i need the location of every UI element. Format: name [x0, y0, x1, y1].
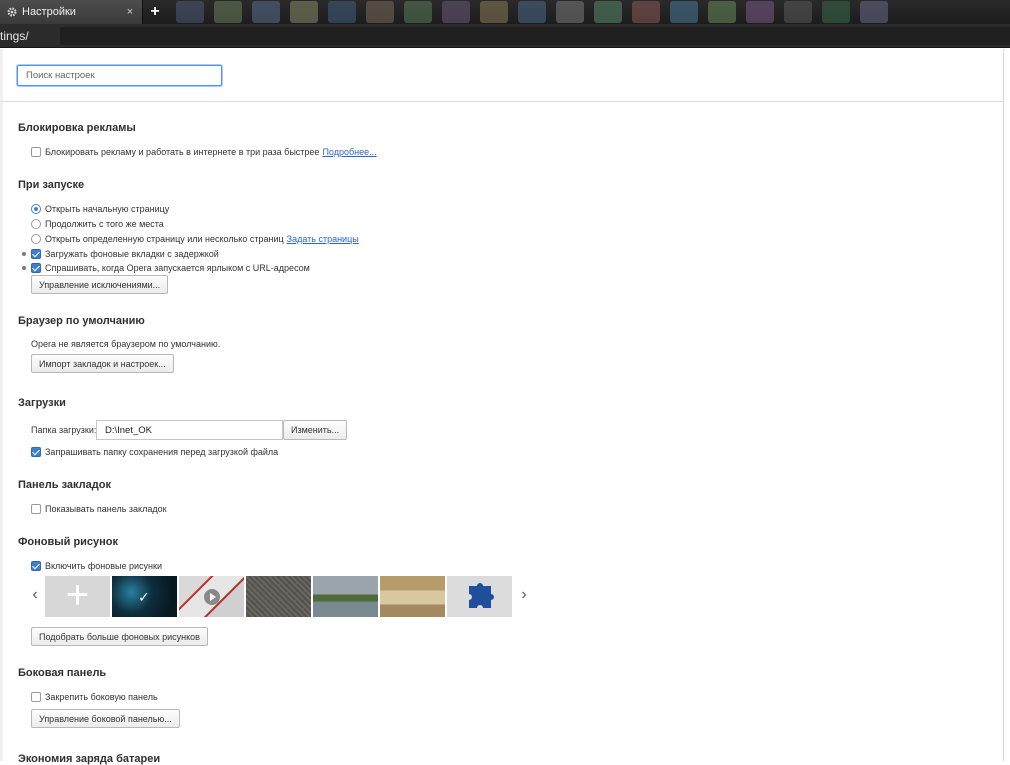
ask-url-shortcut-checkbox[interactable]: [31, 263, 41, 273]
tab-bar: Настройки × +: [0, 0, 1010, 24]
left-divider: [0, 49, 3, 761]
ad-block-row[interactable]: Блокировать рекламу и работать в интерне…: [31, 145, 377, 159]
advanced-marker-dot: [22, 252, 26, 256]
address-bar[interactable]: tings/: [0, 24, 1010, 48]
radio-label: Продолжить с того же места: [45, 219, 164, 229]
header-divider: [0, 101, 1003, 102]
startup-check-row[interactable]: Спрашивать, когда Opera запускается ярлы…: [31, 261, 310, 275]
radio-start-page[interactable]: [31, 204, 41, 214]
checkbox-label: Запрашивать папку сохранения перед загру…: [45, 447, 279, 457]
background-thumbnails-strip: [168, 0, 1010, 24]
download-folder-field[interactable]: D:\Inet_OK: [96, 420, 283, 440]
wallpaper-thumbnail-puzzle[interactable]: [447, 576, 512, 617]
manage-exceptions-button[interactable]: Управление исключениями...: [31, 275, 169, 294]
thumbnail: [290, 1, 318, 23]
pin-sidebar-checkbox[interactable]: [31, 692, 41, 702]
checkbox-label: Спрашивать, когда Opera запускается ярлы…: [45, 263, 310, 273]
thumbnail: [328, 1, 356, 23]
ask-save-folder-checkbox[interactable]: [31, 447, 41, 457]
thumbnail: [746, 1, 774, 23]
pin-sidebar-row[interactable]: Закрепить боковую панель: [31, 690, 158, 704]
address-text[interactable]: tings/: [0, 29, 29, 43]
section-title-battery: Экономия заряда батареи: [18, 753, 161, 765]
checkbox-label: Включить фоновые рисунки: [45, 561, 162, 571]
section-title-startup: При запуске: [18, 179, 85, 191]
enable-wallpaper-row[interactable]: Включить фоновые рисунки: [31, 559, 162, 573]
manage-sidebar-button[interactable]: Управление боковой панелью...: [31, 709, 180, 728]
selected-check-icon: ✓: [138, 589, 150, 605]
ad-block-checkbox[interactable]: [31, 147, 41, 157]
show-bookmarks-bar-checkbox[interactable]: [31, 504, 41, 514]
thumbnail: [822, 1, 850, 23]
startup-check-row[interactable]: Загружать фоновые вкладки с задержкой: [31, 247, 219, 261]
add-wallpaper-tile[interactable]: +: [45, 576, 110, 617]
thumbnail: [480, 1, 508, 23]
wallpaper-thumbnail-network[interactable]: ✓: [112, 576, 177, 617]
startup-radio-row[interactable]: Продолжить с того же места: [31, 217, 164, 231]
find-more-wallpapers-button[interactable]: Подобрать больше фоновых рисунков: [31, 627, 208, 646]
thumbnail: [670, 1, 698, 23]
thumbnail: [708, 1, 736, 23]
wallpaper-gallery: + ✓: [45, 576, 512, 617]
thumbnail: [176, 1, 204, 23]
startup-radio-row[interactable]: Открыть начальную страницу: [31, 202, 169, 216]
ad-block-label: Блокировать рекламу и работать в интерне…: [45, 147, 320, 157]
wallpaper-next-arrow[interactable]: ›: [518, 586, 530, 604]
radio-specific-pages[interactable]: [31, 234, 41, 244]
radio-continue[interactable]: [31, 219, 41, 229]
thumbnail: [594, 1, 622, 23]
address-field-background: [60, 27, 1010, 45]
thumbnail: [366, 1, 394, 23]
section-title-bookmarks-bar: Панель закладок: [18, 479, 111, 491]
settings-page: Блокировка рекламы Блокировать рекламу и…: [0, 49, 1010, 765]
thumbnail: [518, 1, 546, 23]
wallpaper-thumbnail-texture[interactable]: [246, 576, 311, 617]
thumbnail: [404, 1, 432, 23]
import-bookmarks-button[interactable]: Импорт закладок и настроек...: [31, 354, 174, 373]
right-divider: [1003, 49, 1004, 761]
checkbox-label: Закрепить боковую панель: [45, 692, 158, 702]
enable-wallpaper-checkbox[interactable]: [31, 561, 41, 571]
section-title-downloads: Загрузки: [18, 397, 66, 409]
radio-label: Открыть начальную страницу: [45, 204, 170, 214]
wallpaper-prev-arrow[interactable]: ‹: [29, 586, 41, 604]
play-icon: [204, 589, 220, 605]
gear-icon: [7, 7, 17, 17]
checkbox-label: Загружать фоновые вкладки с задержкой: [45, 249, 219, 259]
thumbnail: [632, 1, 660, 23]
thumbnail: [214, 1, 242, 23]
section-title-wallpaper: Фоновый рисунок: [18, 536, 119, 548]
set-pages-link[interactable]: Задать страницы: [287, 234, 359, 244]
delay-background-tabs-checkbox[interactable]: [31, 249, 41, 259]
plus-icon: +: [65, 576, 90, 617]
wallpaper-thumbnail-lake[interactable]: [313, 576, 378, 617]
ad-block-more-link[interactable]: Подробнее...: [322, 147, 376, 157]
section-title-ad-block: Блокировка рекламы: [18, 122, 136, 134]
change-folder-button[interactable]: Изменить...: [283, 420, 348, 440]
startup-radio-row[interactable]: Открыть определенную страницу или нескол…: [31, 232, 359, 246]
search-settings-input[interactable]: [17, 65, 222, 86]
checkbox-label: Показывать панель закладок: [45, 504, 167, 514]
puzzle-icon: [469, 583, 494, 608]
thumbnail: [556, 1, 584, 23]
thumbnail: [784, 1, 812, 23]
wallpaper-thumbnail-room[interactable]: [380, 576, 445, 617]
section-title-sidebar: Боковая панель: [18, 667, 107, 679]
ask-save-folder-row[interactable]: Запрашивать папку сохранения перед загру…: [31, 445, 278, 459]
default-browser-status: Opera не является браузером по умолчанию…: [31, 339, 221, 349]
close-tab-icon[interactable]: ×: [122, 6, 138, 18]
advanced-marker-dot: [22, 266, 26, 270]
thumbnail: [442, 1, 470, 23]
thumbnail: [252, 1, 280, 23]
thumbnail: [860, 1, 888, 23]
wallpaper-thumbnail-animated[interactable]: [179, 576, 244, 617]
tab-settings[interactable]: Настройки ×: [0, 0, 143, 24]
show-bookmarks-bar-row[interactable]: Показывать панель закладок: [31, 502, 167, 516]
radio-label: Открыть определенную страницу или нескол…: [45, 234, 284, 244]
download-folder-label: Папка загрузки:: [31, 425, 97, 435]
tab-title: Настройки: [22, 6, 76, 18]
new-tab-button[interactable]: +: [146, 2, 164, 22]
section-title-default-browser: Браузер по умолчанию: [18, 315, 145, 327]
